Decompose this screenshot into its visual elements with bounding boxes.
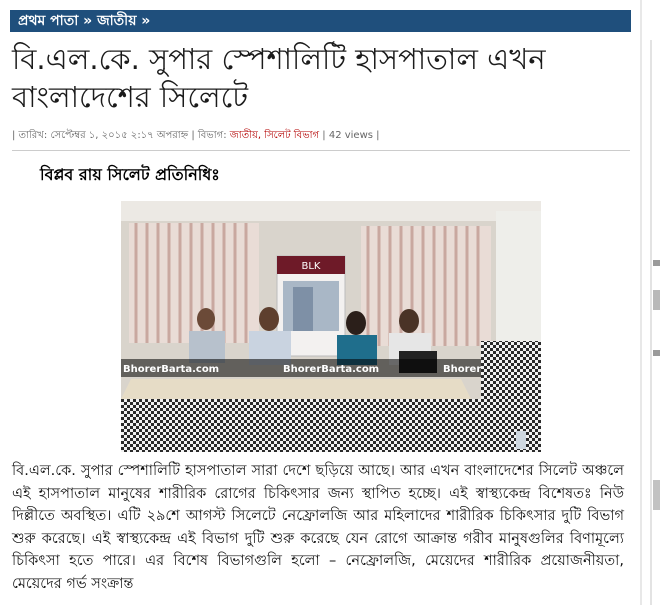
article-body: বি.এল.কে. সুপার স্পেশালিটি হাসপাতাল সারা… xyxy=(12,463,624,592)
banner-brand: BLK xyxy=(302,261,321,272)
photo-watermark: BhorerBarta.com xyxy=(283,364,379,375)
divider xyxy=(12,150,630,151)
breadcrumb-separator: » xyxy=(78,13,98,29)
divider xyxy=(640,0,642,605)
meta-views: | 42 views | xyxy=(319,130,380,141)
article-photo: BLK BhorerBarta.com BhorerBarta.com Bhor… xyxy=(121,201,541,452)
meta-date: সেপ্টেম্বর ১, ২০১৫ ২:১৭ অপরাহ্ন xyxy=(50,130,189,141)
breadcrumb-category-link[interactable]: জাতীয় xyxy=(97,13,136,29)
meta-section-link[interactable]: জাতীয়, সিলেট বিভাগ xyxy=(230,130,319,141)
sidebar-edge xyxy=(650,40,660,605)
article-meta: | তারিখ: সেপ্টেম্বর ১, ২০১৫ ২:১৭ অপরাহ্ন… xyxy=(12,128,380,145)
meta-section-label: | বিভাগ: xyxy=(188,130,230,141)
breadcrumb: প্রথম পাতা » জাতীয় » xyxy=(10,10,631,32)
meta-date-label: | তারিখ: xyxy=(12,130,51,141)
photo-watermark: BhorerBarta.com xyxy=(123,364,219,375)
breadcrumb-separator: » xyxy=(136,13,151,29)
breadcrumb-home-link[interactable]: প্রথম পাতা xyxy=(18,13,78,29)
article-title: বি.এল.কে. সুপার স্পেশালিটি হাসপাতাল এখন … xyxy=(12,42,546,114)
article-byline: বিপ্লব রায় সিলেট প্রতিনিধিঃ xyxy=(40,165,220,184)
